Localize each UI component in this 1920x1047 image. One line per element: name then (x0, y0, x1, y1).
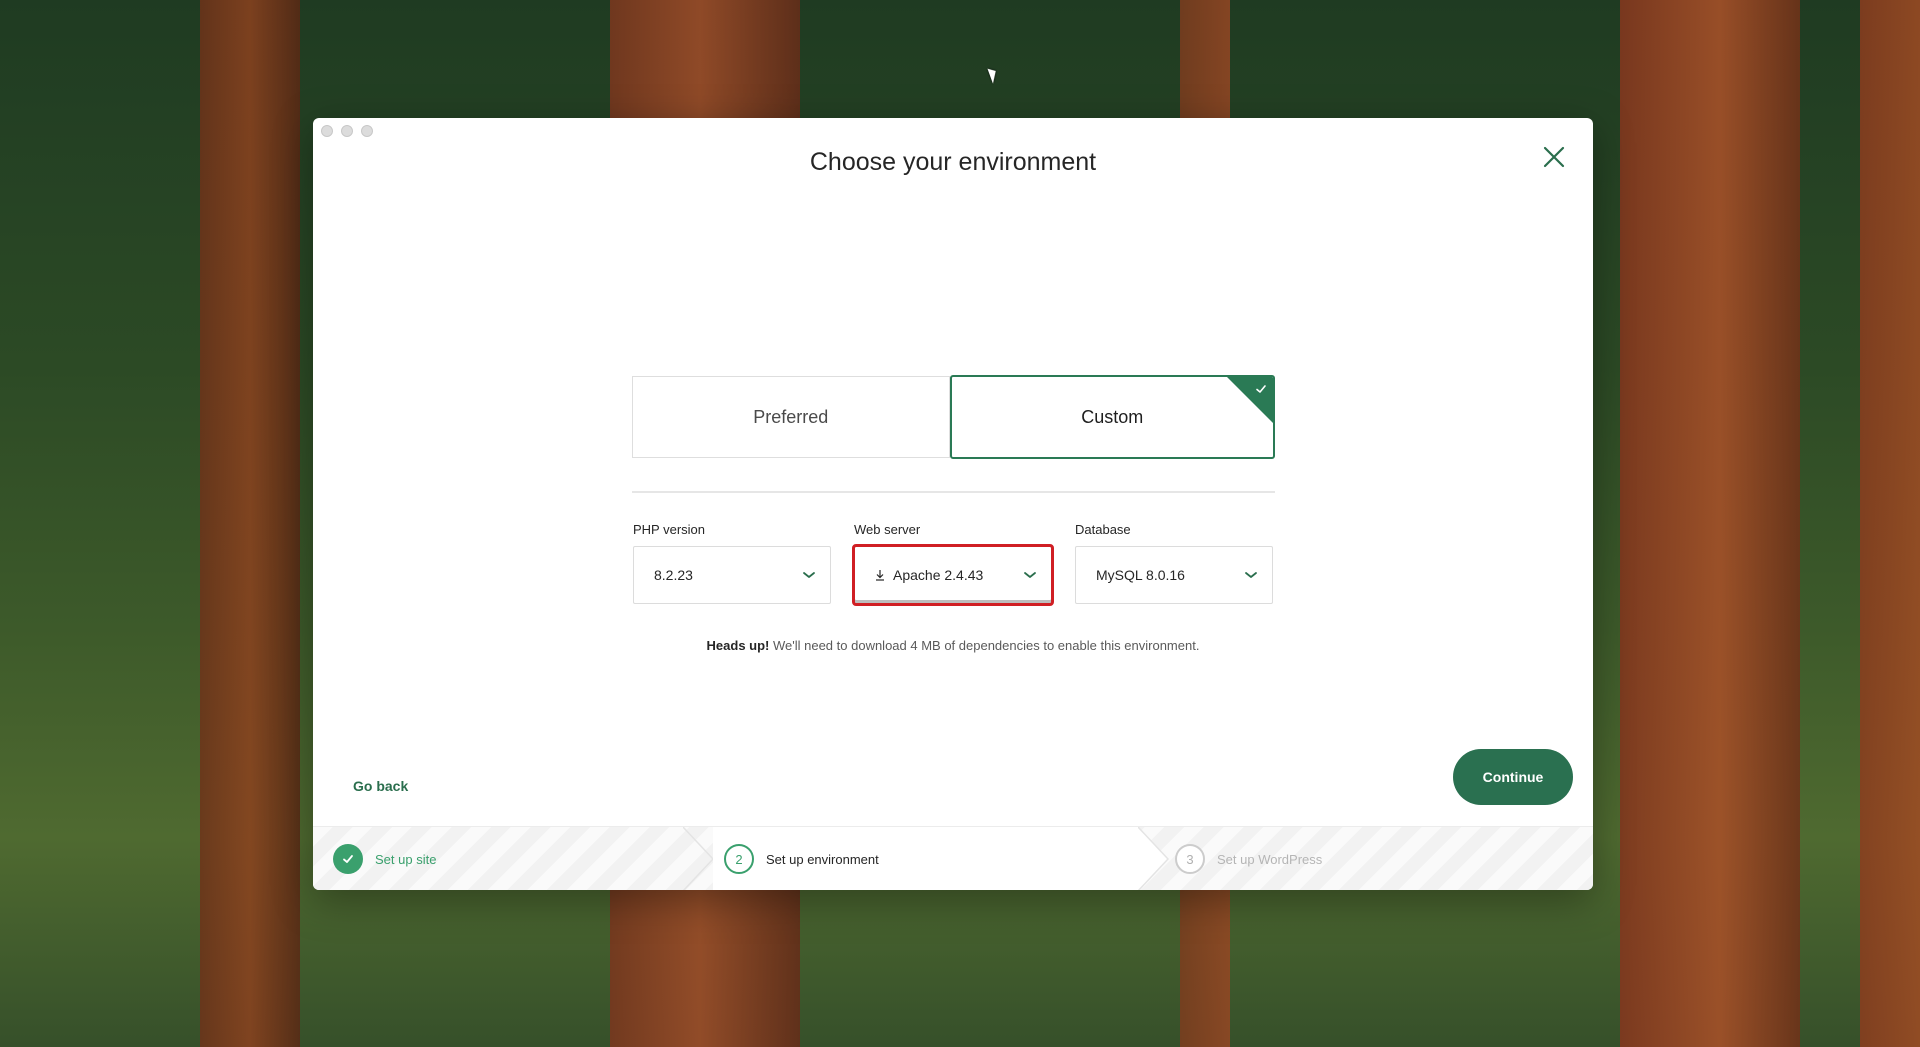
web-server-value: Apache 2.4.43 (893, 567, 984, 583)
close-icon (1543, 146, 1565, 168)
step-set-up-environment: 2 Set up environment (713, 827, 1138, 890)
preferred-option-label: Preferred (753, 406, 829, 427)
database-field: Database MySQL 8.0.16 (1075, 522, 1273, 604)
progress-stepper: Set up site 2 Set up environment 3 Set u… (313, 826, 1593, 890)
window-zoom-dot[interactable] (361, 125, 373, 137)
step-separator (1138, 827, 1170, 890)
download-icon (876, 570, 884, 581)
database-value: MySQL 8.0.16 (1096, 567, 1185, 583)
custom-option-label: Custom (1081, 406, 1144, 427)
php-version-field: PHP version 8.2.23 (633, 522, 831, 604)
chevron-down-icon (1024, 572, 1036, 578)
web-server-select[interactable]: Apache 2.4.43 (852, 544, 1054, 606)
environment-toggle: Preferred Custom (632, 375, 1275, 459)
step-label: Set up environment (766, 851, 879, 867)
step-set-up-site: Set up site (333, 827, 693, 890)
step-done-circle (333, 844, 363, 874)
step-number-circle: 2 (724, 844, 754, 874)
go-back-link[interactable]: Go back (353, 778, 408, 794)
continue-button[interactable]: Continue (1453, 749, 1573, 805)
step-label: Set up WordPress (1217, 851, 1323, 867)
chevron-down-icon (803, 572, 815, 578)
window-minimize-dot[interactable] (341, 125, 353, 137)
mouse-cursor (987, 66, 1000, 84)
step-number-circle: 3 (1175, 844, 1205, 874)
web-server-field: Web server Apache 2.4.43 (852, 522, 1054, 606)
step-label: Set up site (375, 851, 437, 867)
notice-heading: Heads up! (706, 638, 770, 653)
environment-dialog: Choose your environment Preferred Custom… (313, 118, 1593, 890)
web-server-label: Web server (854, 522, 921, 537)
dialog-title: Choose your environment (809, 148, 1097, 176)
php-version-select[interactable]: 8.2.23 (633, 546, 831, 604)
php-version-label: PHP version (633, 522, 706, 537)
download-notice: Heads up! We'll need to download 4 MB of… (313, 638, 1593, 653)
desktop-background: Choose your environment Preferred Custom… (0, 0, 1920, 1047)
check-icon (1256, 385, 1266, 393)
selected-corner-badge (1225, 377, 1274, 425)
chevron-down-icon (1245, 572, 1257, 578)
step-set-up-wordpress: 3 Set up WordPress (1175, 827, 1575, 890)
close-button[interactable] (1541, 144, 1567, 170)
check-icon (343, 855, 353, 863)
php-version-value: 8.2.23 (654, 567, 693, 583)
database-select[interactable]: MySQL 8.0.16 (1075, 546, 1273, 604)
custom-option[interactable]: Custom (949, 375, 1275, 459)
section-divider (632, 491, 1275, 493)
window-close-dot[interactable] (321, 125, 333, 137)
database-label: Database (1075, 522, 1131, 537)
window-controls (321, 125, 373, 137)
notice-text: We'll need to download 4 MB of dependenc… (769, 638, 1200, 653)
preferred-option[interactable]: Preferred (632, 376, 950, 458)
